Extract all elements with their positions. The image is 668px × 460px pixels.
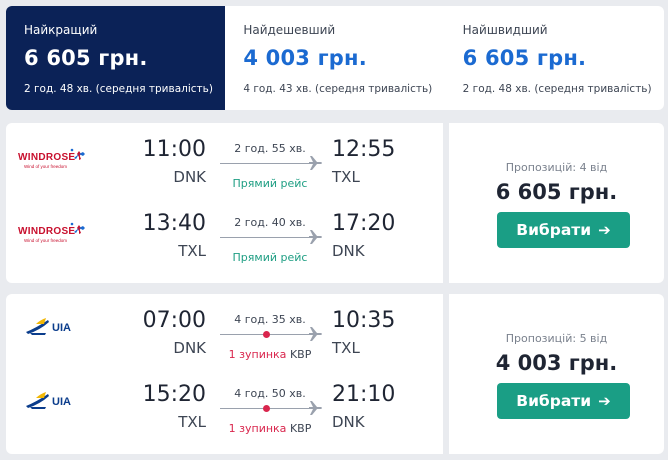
svg-text:UIA: UIA bbox=[52, 322, 71, 334]
stops-info: 1 зупинка KBP bbox=[220, 422, 320, 435]
arrival-airport: DNK bbox=[332, 413, 365, 431]
arrival-time: 17:20 bbox=[332, 211, 396, 236]
stop-airport: KBP bbox=[289, 348, 312, 361]
flight-duration: 2 год. 55 хв. bbox=[234, 142, 306, 155]
arrival-time: 21:10 bbox=[332, 382, 396, 407]
offers-count: Пропозицій: 5 від bbox=[505, 332, 608, 345]
svg-text:Wind of your freedom: Wind of your freedom bbox=[24, 164, 67, 169]
departure-airport: DNK bbox=[173, 168, 206, 186]
uia-logo: UIA bbox=[16, 382, 106, 422]
tab-best-label: Найкращий bbox=[24, 23, 98, 37]
stop-dot-icon bbox=[263, 331, 270, 338]
stop-count: 1 зупинка bbox=[228, 348, 287, 361]
svg-text:Wind of your freedom: Wind of your freedom bbox=[24, 238, 67, 243]
tab-best-duration: 2 год. 48 хв. (середня тривалість) bbox=[24, 83, 213, 95]
result-card: UIA 07:00 DNK 4 год. 35 хв. 1 зупинка KB… bbox=[6, 294, 664, 454]
direct-flight-label: Прямий рейс bbox=[232, 251, 308, 264]
windrose-logo: WINDROSE Wind of your freedom bbox=[16, 211, 106, 251]
flight-segment-return[interactable]: UIA 15:20 TXL 4 год. 50 хв. 1 зупинка KB… bbox=[6, 368, 443, 448]
flight-segment-return[interactable]: WINDROSE Wind of your freedom 13:40 TXL … bbox=[6, 197, 443, 277]
departure-time: 07:00 bbox=[142, 308, 206, 333]
route-line bbox=[220, 163, 312, 164]
stop-airport: KBP bbox=[289, 422, 312, 435]
tab-best-price: 6 605 грн. bbox=[24, 46, 148, 70]
flight-segment-outbound[interactable]: UIA 07:00 DNK 4 год. 35 хв. 1 зупинка KB… bbox=[6, 294, 443, 374]
svg-text:WINDROSE: WINDROSE bbox=[18, 226, 75, 237]
arrival-airport: DNK bbox=[332, 242, 365, 260]
arrow-right-icon: ➔ bbox=[598, 391, 611, 410]
price: 6 605 грн. bbox=[495, 180, 618, 204]
route-line bbox=[220, 237, 312, 238]
arrow-right-icon: ➔ bbox=[598, 220, 611, 239]
arrival-time: 10:35 bbox=[332, 308, 396, 333]
departure-airport: TXL bbox=[178, 242, 206, 260]
direct-flight-label: Прямий рейс bbox=[232, 177, 308, 190]
airplane-icon bbox=[307, 399, 323, 417]
departure-airport: TXL bbox=[178, 413, 206, 431]
price-box: Пропозицій: 5 від 4 003 грн. Вибрати ➔ bbox=[449, 294, 664, 454]
tab-fastest-label: Найшвидший bbox=[462, 23, 548, 37]
tab-cheapest[interactable]: Найдешевший 4 003 грн. 4 год. 43 хв. (се… bbox=[225, 6, 444, 110]
flight-segment-outbound[interactable]: WINDROSE Wind of your freedom 11:00 DNK … bbox=[6, 123, 443, 203]
uia-logo: UIA bbox=[16, 308, 106, 348]
offers-count: Пропозицій: 4 від bbox=[505, 161, 608, 174]
tab-fastest-price: 6 605 грн. bbox=[462, 46, 587, 70]
flight-duration: 2 год. 40 хв. bbox=[234, 216, 306, 229]
flight-segments: UIA 07:00 DNK 4 год. 35 хв. 1 зупинка KB… bbox=[6, 294, 443, 454]
select-button-label: Вибрати bbox=[516, 221, 592, 239]
departure-time: 11:00 bbox=[142, 137, 206, 162]
arrival-airport: TXL bbox=[332, 339, 360, 357]
tab-fastest[interactable]: Найшвидший 6 605 грн. 2 год. 48 хв. (сер… bbox=[445, 6, 664, 110]
airplane-icon bbox=[307, 228, 323, 246]
svg-text:UIA: UIA bbox=[52, 396, 71, 408]
flight-duration: 4 год. 35 хв. bbox=[234, 313, 306, 326]
arrival-time: 12:55 bbox=[332, 137, 396, 162]
price: 4 003 грн. bbox=[495, 351, 618, 375]
flight-segments: WINDROSE Wind of your freedom 11:00 DNK … bbox=[6, 123, 443, 283]
tab-best[interactable]: Найкращий 6 605 грн. 2 год. 48 хв. (сере… bbox=[6, 6, 226, 110]
stops-info: 1 зупинка KBP bbox=[220, 348, 320, 361]
svg-text:WINDROSE: WINDROSE bbox=[18, 152, 75, 163]
airplane-icon bbox=[307, 325, 323, 343]
flight-duration: 4 год. 50 хв. bbox=[234, 387, 306, 400]
arrival-airport: TXL bbox=[332, 168, 360, 186]
sort-tabs: Найкращий 6 605 грн. 2 год. 48 хв. (сере… bbox=[6, 6, 664, 110]
windrose-logo: WINDROSE Wind of your freedom bbox=[16, 137, 106, 177]
departure-airport: DNK bbox=[173, 339, 206, 357]
select-button-label: Вибрати bbox=[516, 392, 592, 410]
departure-time: 15:20 bbox=[142, 382, 206, 407]
stop-count: 1 зупинка bbox=[228, 422, 287, 435]
select-button[interactable]: Вибрати ➔ bbox=[497, 383, 630, 419]
select-button[interactable]: Вибрати ➔ bbox=[497, 212, 630, 248]
tab-cheapest-label: Найдешевший bbox=[243, 23, 336, 37]
tab-cheapest-duration: 4 год. 43 хв. (середня тривалість) bbox=[243, 83, 433, 95]
result-card: WINDROSE Wind of your freedom 11:00 DNK … bbox=[6, 123, 664, 283]
stop-dot-icon bbox=[263, 405, 270, 412]
airplane-icon bbox=[307, 154, 323, 172]
tab-cheapest-price: 4 003 грн. bbox=[243, 46, 367, 70]
tab-fastest-duration: 2 год. 48 хв. (середня тривалість) bbox=[462, 83, 652, 95]
price-box: Пропозицій: 4 від 6 605 грн. Вибрати ➔ bbox=[449, 123, 664, 283]
departure-time: 13:40 bbox=[142, 211, 206, 236]
